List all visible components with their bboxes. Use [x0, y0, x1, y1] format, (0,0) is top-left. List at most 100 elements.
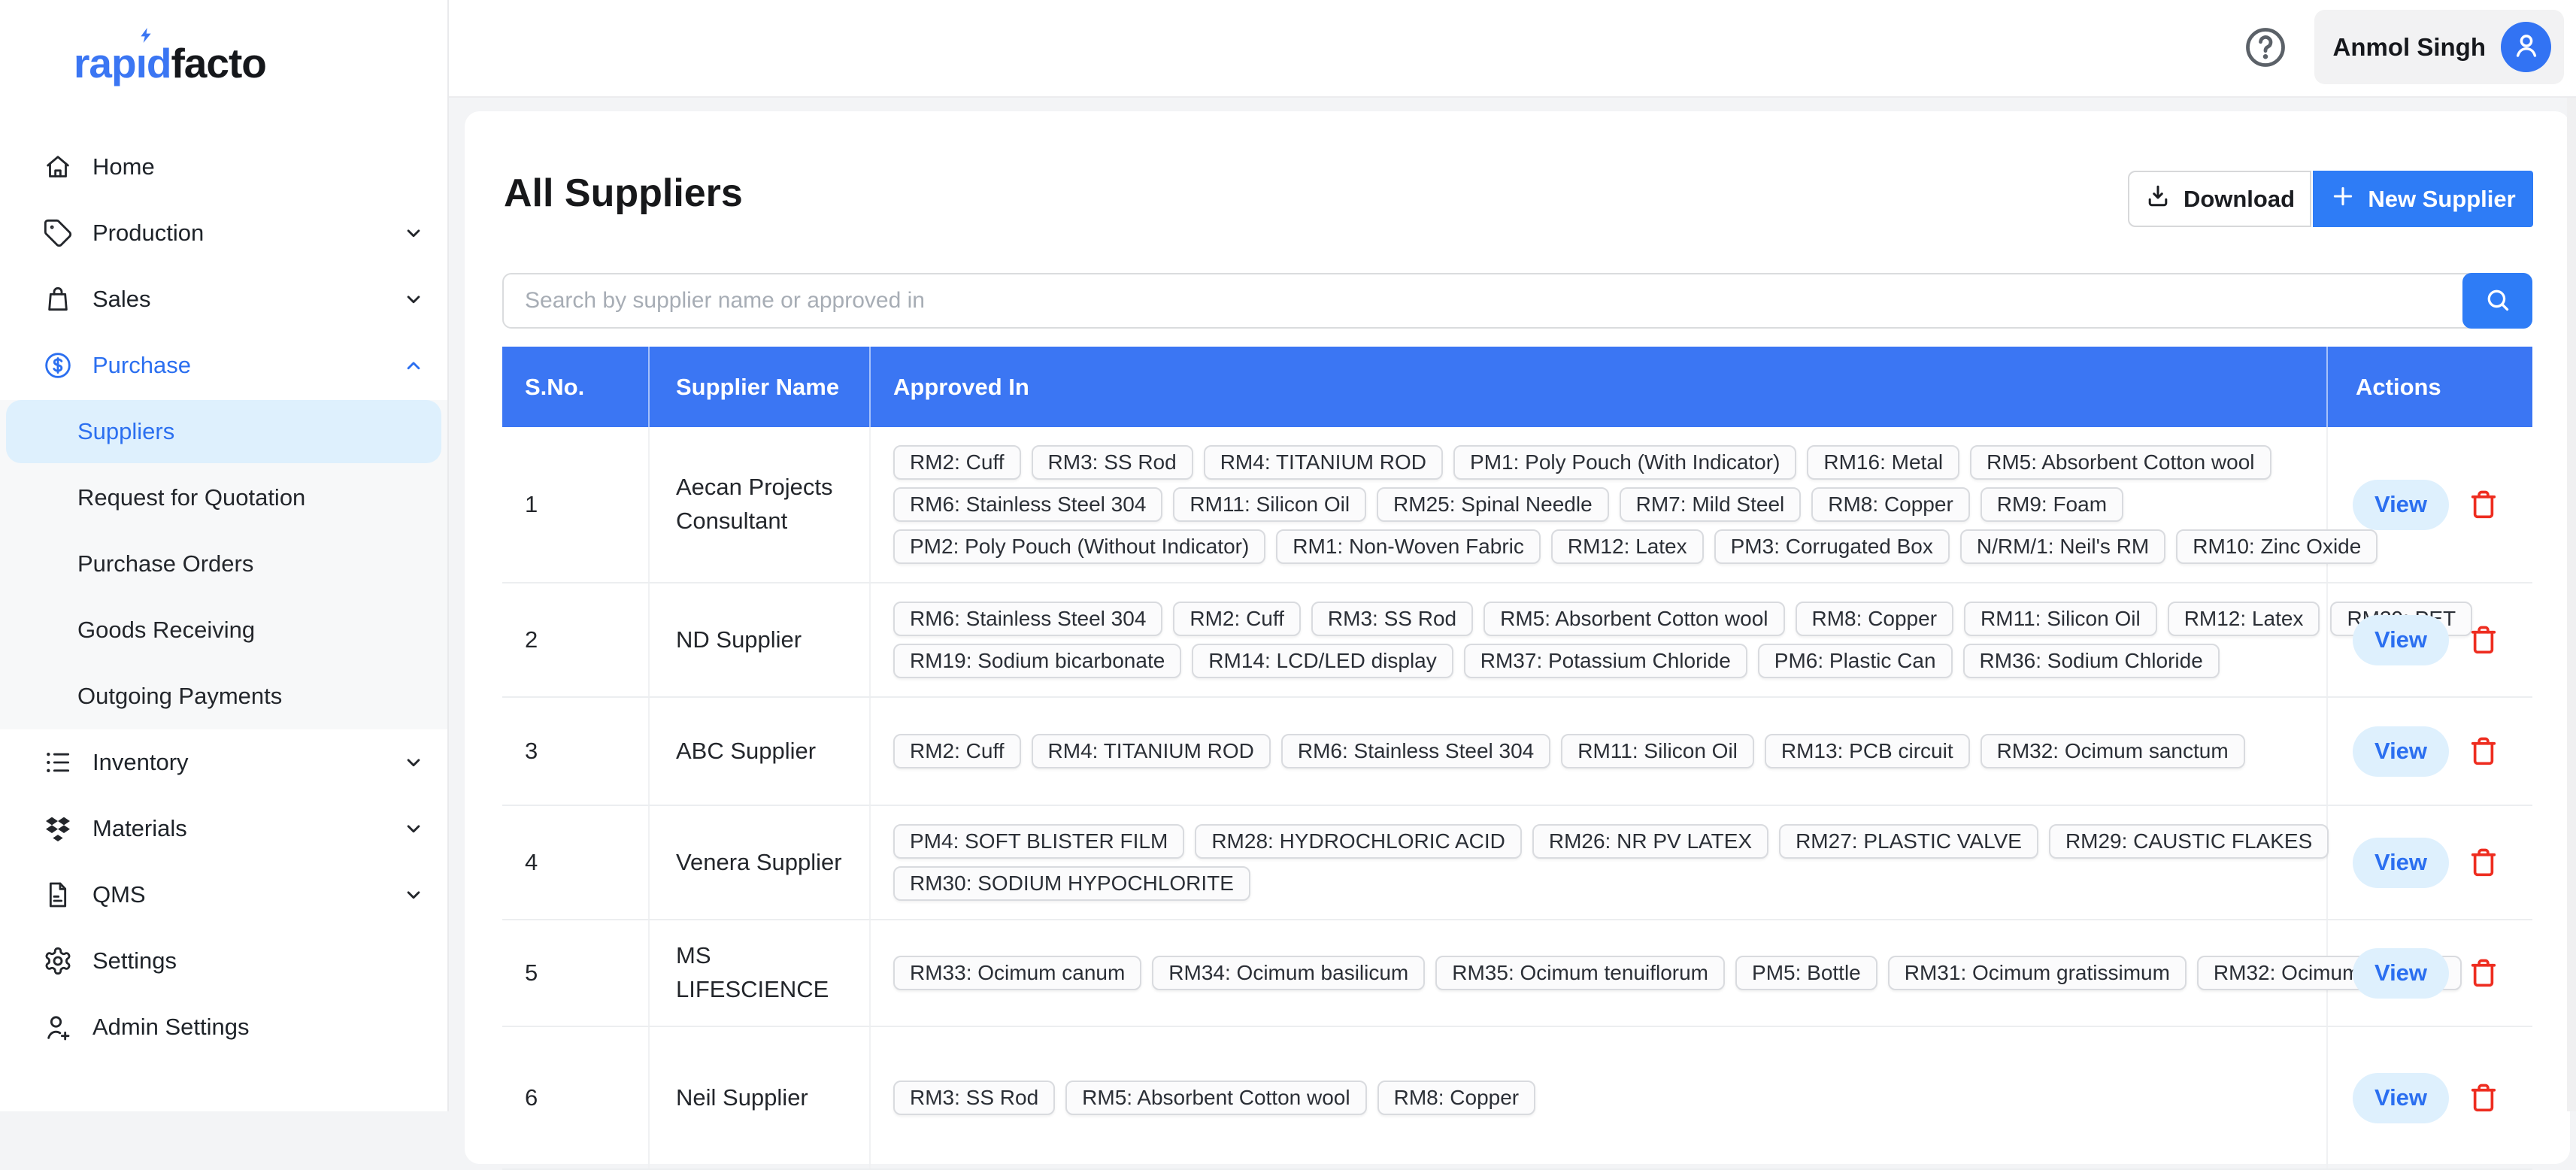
help-button[interactable]	[2243, 25, 2288, 70]
table-row: 2ND SupplierRM6: Stainless Steel 304RM2:…	[502, 583, 2532, 698]
tag-line: RM19: Sodium bicarbonateRM14: LCD/LED di…	[893, 644, 2472, 678]
sidebar-subitem-goods-receiving[interactable]: Goods Receiving	[0, 597, 447, 663]
cell-actions: View	[2328, 1027, 2532, 1168]
cell-sno: 1	[502, 427, 650, 582]
material-tag: RM37: Potassium Chloride	[1464, 644, 1747, 678]
material-tag: PM1: Poly Pouch (With Indicator)	[1453, 445, 1796, 480]
table-row: 1Aecan Projects ConsultantRM2: CuffRM3: …	[502, 427, 2532, 583]
material-tag: RM7: Mild Steel	[1620, 487, 1802, 522]
material-tag: N/RM/1: Neil's RM	[1960, 529, 2165, 564]
view-button[interactable]: View	[2353, 838, 2449, 888]
bag-icon	[43, 284, 73, 314]
cell-supplier-name: ND Supplier	[650, 583, 871, 696]
page-title: All Suppliers	[504, 171, 743, 216]
delete-button[interactable]	[2467, 956, 2500, 990]
sidebar-item-label: Materials	[92, 815, 402, 842]
search-bar	[502, 273, 2532, 329]
trash-icon	[2467, 956, 2500, 990]
sidebar: rapıdfacto Home Production SalesPurchase Su…	[0, 0, 449, 1111]
sidebar-item-admin-settings[interactable]: Admin Settings	[0, 994, 447, 1060]
delete-button[interactable]	[2467, 735, 2500, 768]
sidebar-item-sales[interactable]: Sales	[0, 266, 447, 332]
material-tag: RM29: CAUSTIC FLAKES	[2049, 824, 2329, 859]
view-button[interactable]: View	[2353, 480, 2449, 530]
column-header-s-no-: S.No.	[502, 347, 650, 427]
cell-supplier-name: ABC Supplier	[650, 698, 871, 805]
delete-button[interactable]	[2467, 1081, 2500, 1114]
material-tag: RM4: TITANIUM ROD	[1204, 445, 1443, 480]
sidebar-item-settings[interactable]: Settings	[0, 928, 447, 994]
dollar-icon	[43, 350, 73, 380]
sidebar-item-label: Settings	[92, 947, 425, 974]
chevron-up-icon	[402, 354, 425, 377]
column-header-supplier-name: Supplier Name	[650, 347, 871, 427]
material-tag: RM6: Stainless Steel 304	[893, 602, 1162, 636]
tag-line: RM2: CuffRM3: SS RodRM4: TITANIUM RODPM1…	[893, 445, 2377, 480]
delete-button[interactable]	[2467, 488, 2500, 521]
approved-in-tags: RM2: CuffRM4: TITANIUM RODRM6: Stainless…	[893, 716, 2245, 787]
cell-approved-in: RM6: Stainless Steel 304RM2: CuffRM3: SS…	[871, 583, 2328, 696]
chevron-down-icon	[402, 884, 425, 906]
search-button[interactable]	[2462, 273, 2532, 329]
download-button[interactable]: Download	[2128, 171, 2311, 227]
sidebar-subitem-label: Suppliers	[77, 418, 174, 445]
sidebar-item-materials[interactable]: Materials	[0, 796, 447, 862]
sidebar-subitem-outgoing-payments[interactable]: Outgoing Payments	[0, 663, 447, 729]
sidebar-item-inventory[interactable]: Inventory	[0, 729, 447, 796]
user-menu[interactable]: Anmol Singh	[2314, 10, 2564, 84]
chevron-down-icon	[402, 288, 425, 311]
download-icon	[2144, 183, 2171, 216]
table-body: 1Aecan Projects ConsultantRM2: CuffRM3: …	[502, 427, 2532, 1170]
cell-sno: 3	[502, 698, 650, 805]
sidebar-item-purchase[interactable]: Purchase	[0, 332, 447, 399]
sidebar-item-qms[interactable]: QMS	[0, 862, 447, 928]
chevron-down-icon	[402, 817, 425, 840]
delete-button[interactable]	[2467, 623, 2500, 656]
material-tag: RM8: Copper	[1796, 602, 1954, 636]
delete-button[interactable]	[2467, 846, 2500, 879]
search-input[interactable]	[502, 273, 2532, 329]
new-supplier-button[interactable]: New Supplier	[2313, 171, 2533, 227]
sidebar-subitem-suppliers[interactable]: Suppliers	[6, 400, 441, 463]
cell-supplier-name: Venera Supplier	[650, 806, 871, 919]
plus-icon	[2330, 183, 2356, 215]
cell-approved-in: RM3: SS RodRM5: Absorbent Cotton woolRM8…	[871, 1027, 2328, 1168]
vertical-scrollbar[interactable]	[2567, 98, 2576, 1111]
cell-actions: View	[2328, 806, 2532, 919]
sidebar-item-production[interactable]: Production	[0, 200, 447, 266]
sidebar-item-home[interactable]: Home	[0, 134, 447, 200]
user-avatar	[2501, 22, 2551, 72]
material-tag: RM34: Ocimum basilicum	[1152, 956, 1425, 990]
material-tag: RM9: Foam	[1980, 487, 2123, 522]
sidebar-subitem-purchase-orders[interactable]: Purchase Orders	[0, 531, 447, 597]
table-header-row: S.No.Supplier NameApproved InActions	[502, 347, 2532, 427]
column-header-actions: Actions	[2328, 347, 2532, 427]
approved-in-tags: RM33: Ocimum canumRM34: Ocimum basilicum…	[893, 938, 2462, 1008]
list-icon	[43, 747, 73, 777]
material-tag: RM12: Latex	[1551, 529, 1704, 564]
sidebar-item-label: Production	[92, 220, 402, 247]
material-tag: RM6: Stainless Steel 304	[893, 487, 1162, 522]
cell-sno: 5	[502, 920, 650, 1026]
cell-sno: 6	[502, 1027, 650, 1168]
sidebar-nav: Home Production SalesPurchase Suppliers Requ…	[0, 134, 447, 1060]
material-tag: RM11: Silicon Oil	[1173, 487, 1366, 522]
header-actions: Download New Supplier	[2128, 171, 2533, 227]
tag-line: RM2: CuffRM4: TITANIUM RODRM6: Stainless…	[893, 734, 2245, 768]
gear-icon	[43, 946, 73, 976]
user-plus-icon	[43, 1012, 73, 1042]
view-button[interactable]: View	[2353, 948, 2449, 999]
cell-actions: View	[2328, 920, 2532, 1026]
cell-approved-in: RM33: Ocimum canumRM34: Ocimum basilicum…	[871, 920, 2328, 1026]
trash-icon	[2467, 1081, 2500, 1114]
view-button[interactable]: View	[2353, 726, 2449, 777]
view-button[interactable]: View	[2353, 1073, 2449, 1123]
material-tag: RM32: Ocimum sanctum	[1980, 734, 2245, 768]
column-header-approved-in: Approved In	[871, 347, 2328, 427]
sidebar-item-label: Inventory	[92, 749, 402, 776]
view-button[interactable]: View	[2353, 615, 2449, 665]
app-logo[interactable]: rapıdfacto	[74, 39, 266, 87]
table-row: 6Neil SupplierRM3: SS RodRM5: Absorbent …	[502, 1027, 2532, 1170]
sidebar-subitem-request-for-quotation[interactable]: Request for Quotation	[0, 465, 447, 531]
material-tag: PM3: Corrugated Box	[1714, 529, 1950, 564]
